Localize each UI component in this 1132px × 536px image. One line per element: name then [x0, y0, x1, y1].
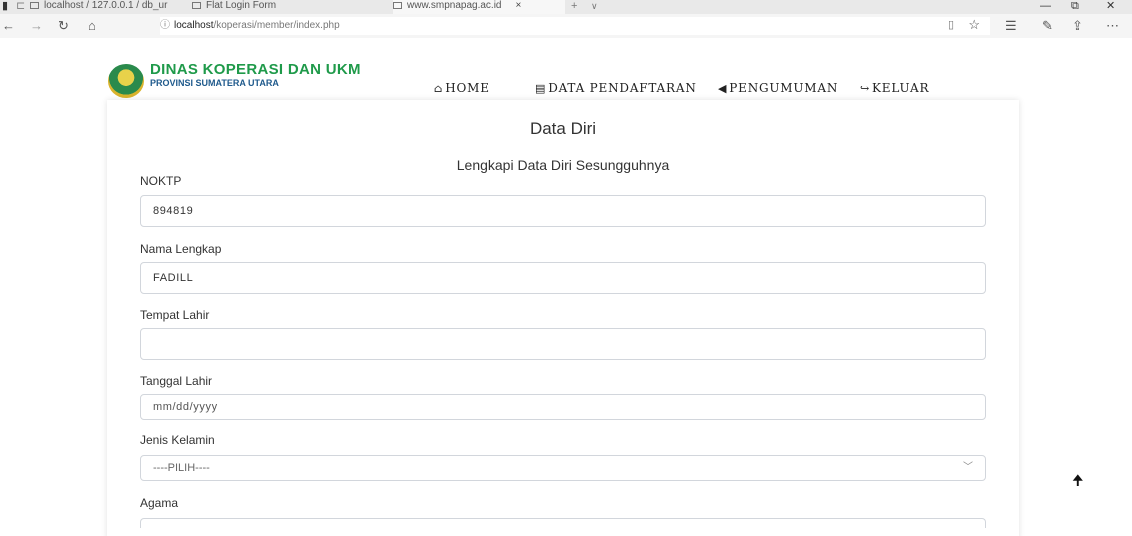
more-icon[interactable]: ⋯ — [1106, 18, 1119, 34]
tab-list-icon[interactable]: ∨ — [591, 0, 598, 12]
browser-tab-phpmyadmin[interactable]: localhost / 127.0.0.1 / db_ur — [30, 0, 180, 14]
favorites-icon[interactable]: ☰ — [1005, 18, 1017, 34]
arrow-up-icon[interactable]: 🠉 — [1072, 470, 1084, 494]
nav-label: KELUAR — [872, 81, 930, 95]
tab-label: localhost / 127.0.0.1 / db_ur — [44, 0, 168, 11]
jenis-kelamin-select[interactable]: ----PILIH---- ﹀ — [140, 455, 986, 481]
tab-aside-icon[interactable]: ⊏ — [16, 0, 25, 12]
nav-label: DATA PENDAFTARAN — [548, 81, 697, 95]
list-icon: ▤ — [535, 82, 547, 95]
favorite-star-icon[interactable]: ☆ — [968, 16, 980, 34]
home-icon: ⌂ — [434, 82, 444, 95]
close-window-icon[interactable]: ✕ — [1106, 0, 1115, 12]
home-browser-icon[interactable]: ⌂ — [88, 18, 96, 34]
site-title: DINAS KOPERASI DAN UKM — [150, 61, 361, 78]
site-logo — [108, 64, 144, 98]
nav-data-pendaftaran[interactable]: ▤ DATA PENDAFTARAN — [535, 80, 697, 97]
browser-tab-active[interactable]: www.smpnapag.ac.id × — [393, 0, 565, 14]
nav-label: PENGUMUMAN — [729, 81, 839, 95]
nav-keluar[interactable]: ↪ KELUAR — [860, 80, 929, 97]
noktp-input[interactable] — [140, 195, 986, 227]
url-host: localhost — [174, 20, 214, 31]
form-title: Data Diri — [529, 119, 597, 138]
agama-label: Agama — [140, 496, 179, 510]
reading-view-icon[interactable]: ▯ — [948, 16, 954, 34]
agama-select[interactable] — [140, 518, 986, 528]
tempat-lahir-input[interactable] — [140, 328, 986, 360]
info-icon: ⓘ — [160, 20, 170, 31]
minimize-icon[interactable]: — — [1040, 0, 1051, 12]
chevron-down-icon: ﹀ — [963, 462, 973, 473]
page-icon — [393, 2, 402, 9]
form-subtitle: Lengkapi Data Diri Sesungguhnya — [456, 157, 670, 173]
jenis-kelamin-label: Jenis Kelamin — [140, 433, 215, 447]
tab-label: www.smpnapag.ac.id — [407, 0, 502, 11]
restore-icon[interactable]: ⧉ — [1071, 0, 1079, 12]
browser-tab-login[interactable]: Flat Login Form — [192, 0, 322, 14]
tanggal-lahir-label: Tanggal Lahir — [140, 374, 213, 388]
nama-lengkap-input[interactable] — [140, 262, 986, 294]
site-subtitle: PROVINSI SUMATERA UTARA — [150, 78, 279, 88]
forward-icon[interactable]: → — [30, 18, 43, 34]
bullhorn-icon: ◀ — [718, 82, 728, 95]
browser-tab-bar: ▮ ⊏ localhost / 127.0.0.1 / db_ur Flat L… — [0, 0, 1132, 14]
tab-label: Flat Login Form — [206, 0, 277, 11]
address-bar[interactable]: ⓘ localhost/koperasi/member/index.php ▯ … — [160, 17, 990, 35]
page-icon — [30, 2, 39, 9]
nav-home[interactable]: ⌂ HOME — [434, 80, 490, 97]
nama-lengkap-label: Nama Lengkap — [140, 242, 222, 256]
sign-out-icon: ↪ — [860, 82, 871, 95]
noktp-label: NOKTP — [140, 174, 182, 188]
tempat-lahir-label: Tempat Lahir — [140, 308, 210, 322]
share-icon[interactable]: ⇪ — [1072, 18, 1083, 34]
url-path: /koperasi/member/index.php — [213, 20, 340, 31]
notes-icon[interactable]: ✎ — [1042, 18, 1053, 34]
jenis-kelamin-selected: ----PILIH---- — [153, 462, 210, 474]
page-icon — [192, 2, 201, 9]
tab-actions-icon[interactable]: ▮ — [2, 0, 8, 12]
browser-nav-bar: ← → ↻ ⌂ ⓘ localhost/koperasi/member/inde… — [0, 14, 1132, 38]
nav-label: HOME — [445, 81, 490, 95]
back-icon[interactable]: ← — [2, 18, 15, 34]
close-tab-icon[interactable]: × — [516, 0, 522, 11]
data-diri-card: Data Diri Lengkapi Data Diri Sesungguhny… — [107, 100, 1019, 536]
new-tab-icon[interactable]: + — [571, 0, 577, 12]
refresh-icon[interactable]: ↻ — [58, 18, 69, 34]
tanggal-lahir-input[interactable] — [140, 394, 986, 420]
nav-pengumuman[interactable]: ◀ PENGUMUMAN — [718, 80, 838, 97]
